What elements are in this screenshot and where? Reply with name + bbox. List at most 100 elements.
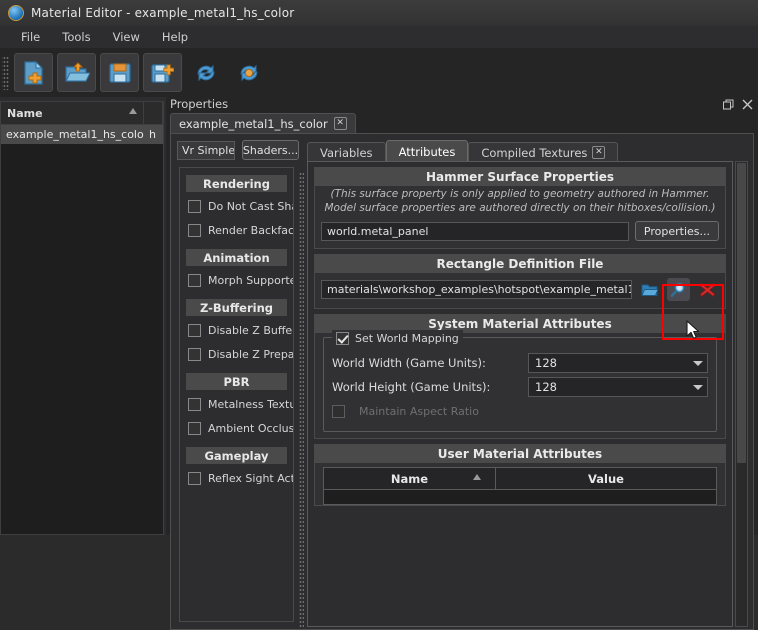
rect-file-path-input[interactable]: materials\workshop_examples\hotspot\exam… [321,280,632,299]
section-header-rendering: Rendering [186,175,287,192]
checkbox-row-morph-supported[interactable]: Morph Supported [180,268,293,292]
checkbox-disable-z-prepass[interactable] [188,347,201,361]
checkbox-maintain-aspect-ratio [332,404,345,418]
list-item[interactable]: example_metal1_hs_color... h [1,125,163,144]
open-material-button[interactable] [57,53,96,92]
shader-name-field[interactable]: Vr Simple [177,140,235,160]
toolbar-drag-handle[interactable] [2,55,9,90]
checkbox-reflex-sight-active[interactable] [188,471,201,485]
user-attributes-table: Name Value [323,467,717,505]
table-header-row: Name Value [324,468,716,490]
tab-label: Variables [320,145,373,160]
system-material-attributes-group: System Material Attributes Set World Map… [314,314,726,439]
title-bar: Material Editor - example_metal1_hs_colo… [0,0,758,26]
save-as-button[interactable] [143,53,182,92]
inspect-rect-file-button[interactable] [667,278,690,301]
browse-shaders-button[interactable]: Shaders... [242,140,299,160]
surface-property-input[interactable]: world.metal_panel [321,221,629,241]
browser-column-secondary[interactable] [144,102,163,124]
menu-tools[interactable]: Tools [51,28,101,46]
checkbox-render-backfaces[interactable] [188,223,201,237]
checkbox-row-render-backfaces[interactable]: Render Backfaces [180,218,293,242]
scrollbar-thumb[interactable] [737,163,746,463]
world-height-value: 128 [535,380,557,394]
document-tab[interactable]: example_metal1_hs_color ✕ [170,113,356,133]
open-rect-file-button[interactable] [638,278,661,301]
document-tab-close-icon[interactable]: ✕ [333,117,347,130]
open-folder-icon [64,61,90,82]
checkbox-label: Morph Supported [208,273,293,287]
hammer-surface-note: (This surface property is only applied t… [324,188,716,214]
panel-splitter-handle[interactable] [299,172,304,627]
reload-button[interactable] [186,53,225,92]
checkbox-label: Disable Z Prepass [208,347,293,361]
checkbox-disable-z-buffering[interactable] [188,323,201,337]
checkbox-morph-supported[interactable] [188,273,201,287]
document-tab-label: example_metal1_hs_color [179,116,328,131]
tab-compiled-textures[interactable]: Compiled Textures ✕ [468,142,619,162]
checkbox-ambient-occlusion[interactable] [188,421,201,435]
checkbox-do-not-cast-shadows[interactable] [188,199,201,213]
save-as-floppy-icon [150,63,174,83]
menu-file[interactable]: File [10,28,51,46]
chevron-down-icon [693,384,703,390]
attributes-vertical-scrollbar[interactable] [735,161,748,627]
checkbox-row-metalness-texture[interactable]: Metalness Texture [180,392,293,416]
world-width-row: World Width (Game Units): 128 [332,351,708,375]
column-header-name[interactable]: Name [324,468,496,489]
tab-close-icon[interactable]: ✕ [592,146,606,159]
checkbox-row-disable-z-buffering[interactable]: Disable Z Buffering [180,318,293,342]
tab-label: Compiled Textures [481,145,588,160]
tab-attributes[interactable]: Attributes [385,140,469,162]
section-header-animation: Animation [186,249,287,266]
properties-dock: Properties example_metal1_hs_color ✕ Vr … [166,95,758,630]
checkbox-label: Metalness Texture [208,397,293,411]
main-toolbar [0,48,758,97]
maintain-aspect-ratio-row: Maintain Aspect Ratio [332,399,708,423]
surface-properties-button[interactable]: Properties... [634,221,719,241]
chevron-down-icon [693,360,703,366]
set-world-mapping-row[interactable]: Set World Mapping [332,330,463,346]
reload-all-button[interactable] [229,53,268,92]
maintain-aspect-ratio-label: Maintain Aspect Ratio [359,404,479,418]
window-title: Material Editor - example_metal1_hs_colo… [31,6,295,20]
new-material-button[interactable] [14,53,53,92]
list-item-secondary: h [149,128,156,141]
column-header-label: Name [390,471,429,486]
browser-column-name[interactable]: Name [1,102,144,124]
list-item-name: example_metal1_hs_color... [6,128,144,141]
checkbox-row-disable-z-prepass[interactable]: Disable Z Prepass [180,342,293,366]
checkbox-set-world-mapping[interactable] [336,331,349,345]
save-button[interactable] [100,53,139,92]
world-width-label: World Width (Game Units): [332,356,486,370]
tab-variables[interactable]: Variables [307,142,386,162]
group-header: Rectangle Definition File [315,255,725,273]
column-header-value[interactable]: Value [496,468,716,489]
checkbox-row-do-not-cast-shadows[interactable]: Do Not Cast Shadows [180,194,293,218]
checkbox-row-reflex-sight-active[interactable]: Reflex Sight Active [180,466,293,490]
column-header-label: Value [588,471,624,486]
material-flags-panel: Rendering Do Not Cast Shadows Render Bac… [179,167,294,622]
magnifier-icon [670,282,685,297]
menu-help[interactable]: Help [151,28,199,46]
restore-window-icon [723,99,734,110]
section-header-z-buffering: Z-Buffering [186,299,287,316]
properties-dock-title: Properties [170,97,229,111]
close-icon [742,99,753,110]
world-height-combobox[interactable]: 128 [528,377,708,397]
float-dock-icon[interactable] [722,98,735,111]
refresh-all-icon [239,64,258,81]
checkbox-row-ambient-occlusion[interactable]: Ambient Occlusion [180,416,293,440]
rect-file-field-row: materials\workshop_examples\hotspot\exam… [321,278,719,301]
group-header: Hammer Surface Properties [315,168,725,186]
checkbox-metalness-texture[interactable] [188,397,201,411]
sphere-icon [8,5,24,21]
world-width-combobox[interactable]: 128 [528,353,708,373]
menu-view[interactable]: View [102,28,151,46]
clear-rect-file-button[interactable] [696,278,719,301]
menu-bar: File Tools View Help [0,26,758,48]
attributes-column: Variables Attributes Compiled Textures ✕… [307,140,749,627]
close-dock-icon[interactable] [741,98,754,111]
browser-column-name-label: Name [7,106,43,120]
dock-window-buttons [722,98,754,111]
